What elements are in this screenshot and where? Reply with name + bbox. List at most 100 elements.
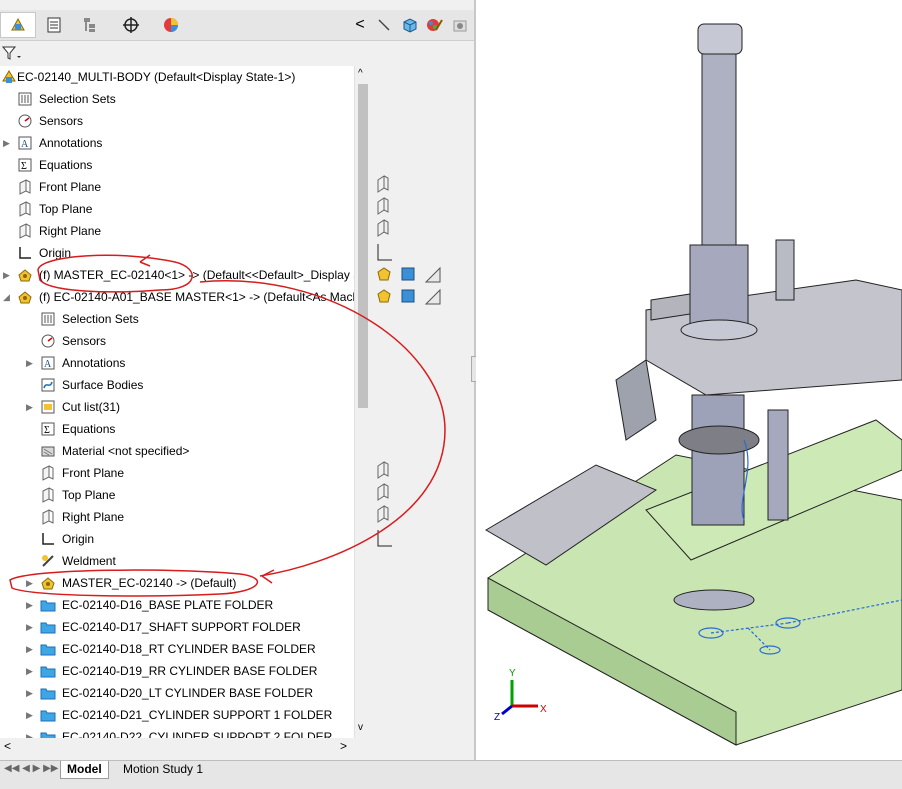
expand-arrow-icon[interactable]: ▶	[26, 352, 34, 374]
selection-sets-icon	[18, 92, 32, 106]
bottom-tab-bar: ◀◀ ◀ ▶ ▶▶ Model Motion Study 1	[0, 760, 902, 789]
tree-item-label: Top Plane	[62, 488, 116, 502]
tree-item-label: EC-02140-D16_BASE PLATE FOLDER	[62, 598, 274, 612]
folder-icon	[40, 688, 56, 700]
filter-button[interactable]	[1, 45, 22, 64]
origin-icon	[42, 533, 54, 545]
side-column-icons	[377, 175, 441, 547]
expand-arrow-icon[interactable]: ▶	[26, 638, 34, 660]
tree-item-label: EC-02140-D17_SHAFT SUPPORT FOLDER	[62, 620, 301, 634]
dimxpert-tab[interactable]	[113, 12, 149, 38]
expand-arrow-icon[interactable]: ▶	[26, 704, 34, 726]
property-manager-tab[interactable]	[36, 12, 72, 38]
expand-arrow-icon[interactable]: ▶	[26, 572, 34, 594]
folder-icon	[40, 732, 56, 738]
part-icon	[18, 269, 32, 282]
configuration-manager-icon	[84, 18, 95, 32]
expand-arrow-icon[interactable]: ▶	[26, 594, 34, 616]
tree-item-label: Material <not specified>	[62, 444, 190, 458]
tree-item-label: (f) EC-02140-A01_BASE MASTER<1> -> (Defa…	[39, 290, 354, 304]
triad-y-label: Y	[509, 668, 516, 679]
feature-tree: EC-02140_MULTI-BODY (Default<Display Sta…	[0, 66, 354, 738]
part-icon	[41, 577, 55, 590]
equations-icon: Σ	[18, 158, 32, 172]
view-triad: Y X Z	[494, 668, 547, 723]
graphics-viewport[interactable]: Y X Z	[476, 0, 902, 760]
feature-manager-toolbar: <	[0, 10, 474, 41]
appearance-button[interactable]	[424, 14, 444, 36]
filter-bar	[0, 41, 474, 65]
tree-vertical-scrollbar[interactable]: ^ v	[354, 66, 371, 738]
sketch-line-button[interactable]	[374, 14, 394, 36]
folder-icon	[40, 600, 56, 612]
part-cube-icon	[403, 18, 417, 33]
scroll-left-button[interactable]: <	[4, 739, 11, 753]
tree-item-label: Front Plane	[62, 466, 125, 480]
origin-icon	[19, 247, 31, 259]
scroll-right-button[interactable]: >	[340, 739, 347, 753]
surface-bodies-icon	[41, 378, 55, 392]
tree-item-label: Selection Sets	[39, 92, 116, 106]
tree-side-columns	[370, 66, 474, 738]
tree-item-label: Equations	[62, 422, 116, 436]
equations-icon: Σ	[41, 422, 55, 436]
expand-arrow-icon[interactable]: ▶	[26, 396, 34, 418]
scroll-up-button[interactable]: ^	[358, 68, 363, 79]
plane-icon	[19, 223, 31, 239]
feature-manager-tab[interactable]	[0, 12, 36, 38]
expand-arrow-icon[interactable]: ◢	[3, 286, 11, 308]
cut-list-icon	[41, 400, 55, 414]
annotations-icon: A	[41, 356, 55, 370]
tab-model[interactable]: Model	[60, 761, 109, 779]
scroll-thumb[interactable]	[358, 84, 368, 408]
svg-text:Σ: Σ	[44, 425, 50, 436]
view-icon	[453, 20, 467, 32]
svg-text:A: A	[44, 359, 52, 370]
filter-icon	[1, 46, 21, 60]
scroll-down-button[interactable]: v	[358, 722, 363, 733]
sensors-icon	[18, 114, 32, 128]
tree-item-label: Equations	[39, 158, 93, 172]
tree-item-label: Right Plane	[39, 224, 102, 238]
plane-icon	[19, 201, 31, 217]
appearance-icon	[427, 19, 443, 31]
cad-model: Y X Z	[485, 23, 902, 746]
tree-item-label: Surface Bodies	[62, 378, 144, 392]
tree-item-label: EC-02140-D18_RT CYLINDER BASE FOLDER	[62, 642, 316, 656]
tree-item-label: EC-02140-D22_CYLINDER SUPPORT 2 FOLDER	[62, 730, 333, 738]
expand-arrow-icon[interactable]: ▶	[26, 682, 34, 704]
tab-nav-buttons[interactable]: ◀◀ ◀ ▶ ▶▶	[4, 763, 58, 774]
display-manager-tab[interactable]	[153, 12, 189, 38]
expand-arrow-icon[interactable]: ▶	[3, 132, 11, 154]
folder-icon	[40, 644, 56, 656]
triad-z-label: Z	[494, 712, 500, 723]
material-icon	[41, 446, 55, 457]
assembly-icon	[2, 70, 16, 83]
feature-manager-panel: < EC-02140_MULTI-BODY (Default<Display S…	[0, 0, 474, 760]
tree-item-label: EC-02140-D20_LT CYLINDER BASE FOLDER	[62, 686, 313, 700]
view-button[interactable]	[450, 14, 470, 36]
sketch-line-icon	[378, 19, 390, 31]
tree-horizontal-scrollbar[interactable]: < >	[0, 738, 354, 754]
tree-item-label: Annotations	[39, 136, 103, 150]
svg-text:A: A	[21, 139, 29, 150]
collapse-panel-button[interactable]: <	[350, 14, 370, 36]
tree-item-label: MASTER_EC-02140 -> (Default)	[62, 576, 237, 590]
tree-item-label: Front Plane	[39, 180, 102, 194]
folder-icon	[40, 710, 56, 722]
dimxpert-icon	[123, 17, 139, 33]
expand-arrow-icon[interactable]: ▶	[26, 726, 34, 738]
tree-item-label: Top Plane	[39, 202, 93, 216]
tree-item-label: Annotations	[62, 356, 126, 370]
plane-icon	[42, 465, 54, 481]
selection-sets-icon	[41, 312, 55, 326]
property-manager-icon	[47, 17, 61, 33]
configuration-manager-tab[interactable]	[72, 12, 108, 38]
tab-motion-study-1[interactable]: Motion Study 1	[117, 761, 209, 778]
expand-arrow-icon[interactable]: ▶	[26, 660, 34, 682]
expand-arrow-icon[interactable]: ▶	[26, 616, 34, 638]
expand-arrow-icon[interactable]: ▶	[3, 264, 11, 286]
part-view-button[interactable]	[400, 14, 420, 36]
tree-item-label: Selection Sets	[62, 312, 139, 326]
tree-item-label: Sensors	[62, 334, 107, 348]
